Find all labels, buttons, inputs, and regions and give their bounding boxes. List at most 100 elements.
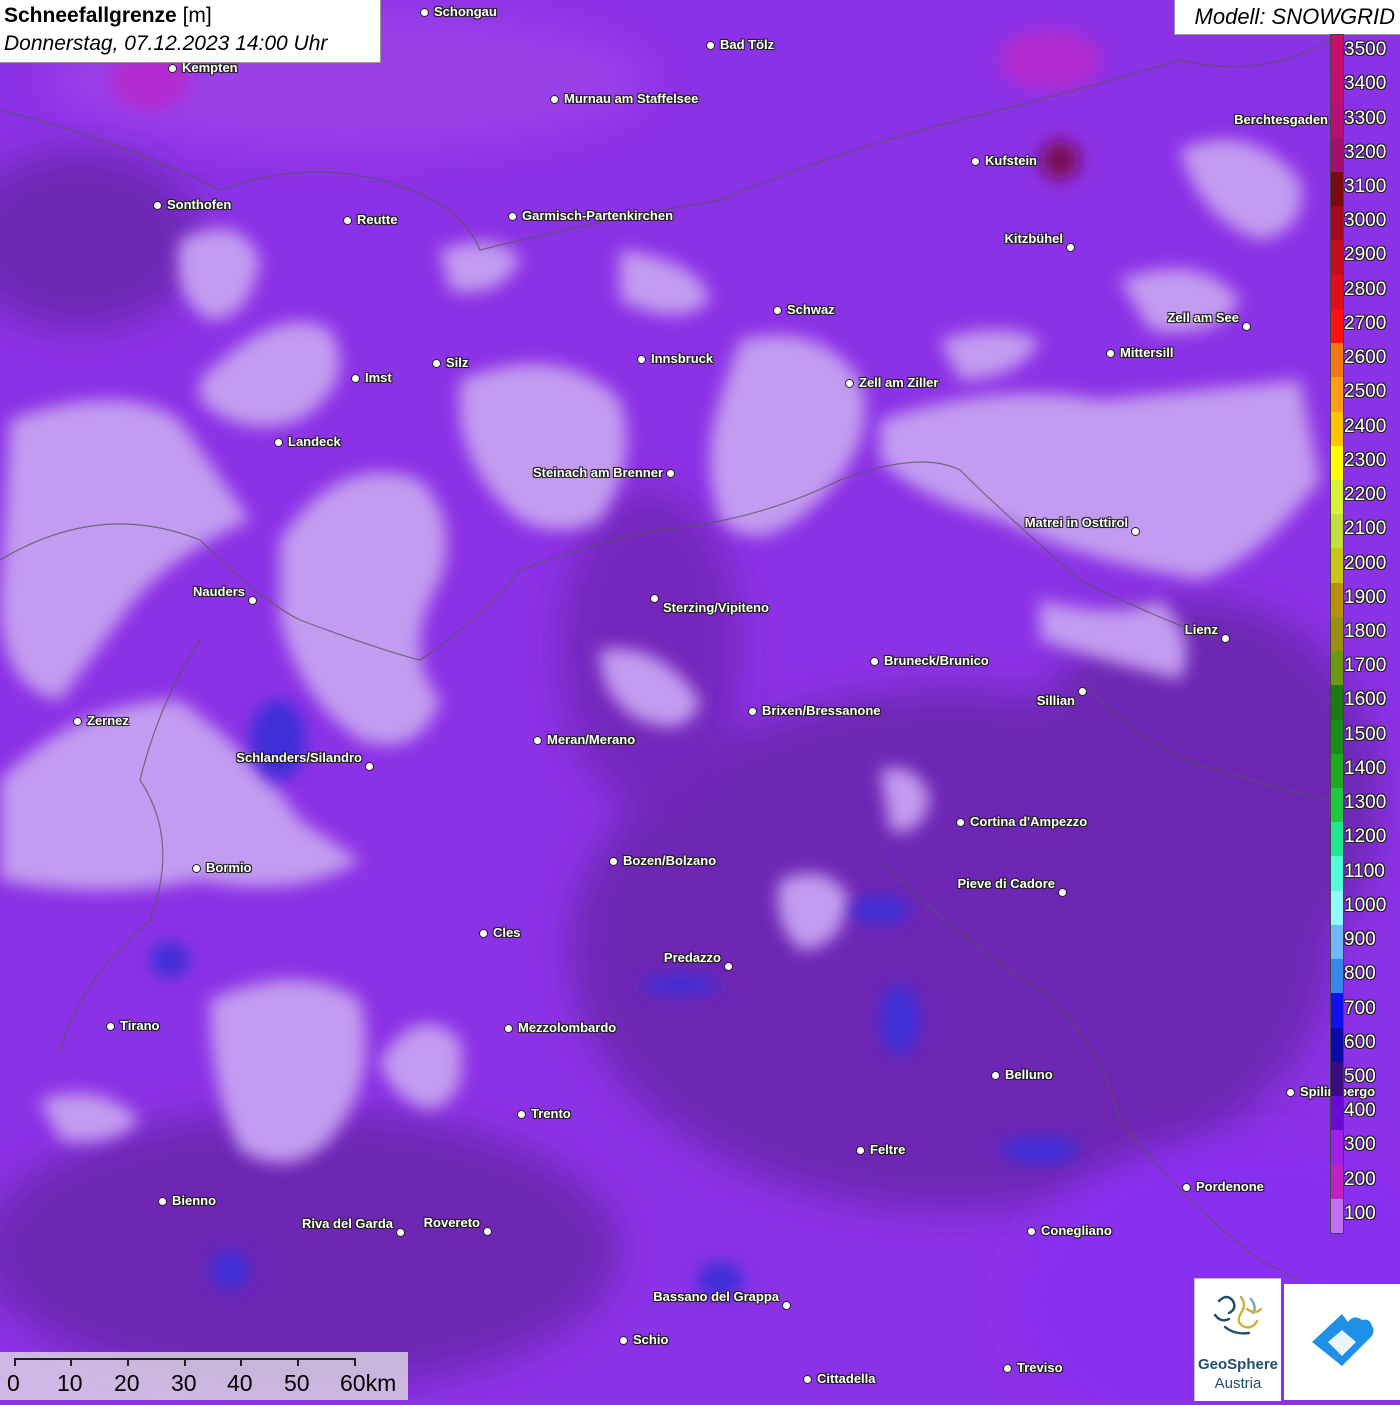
city-label: Schlanders/Silandro (236, 750, 362, 765)
legend-level-label: 1900 (1344, 586, 1387, 608)
city-dot (803, 1375, 812, 1384)
legend-swatch (1331, 753, 1343, 789)
legend-level-label: 900 (1344, 929, 1376, 951)
city-dot (168, 64, 177, 73)
app-logo[interactable] (1284, 1284, 1400, 1400)
map-datetime: Donnerstag, 07.12.2023 14:00 Uhr (4, 32, 328, 55)
city-label: Cittadella (817, 1371, 876, 1386)
city-dot (106, 1022, 115, 1031)
legend-level-label: 1000 (1344, 894, 1387, 916)
geosphere-name: GeoSphere (1197, 1356, 1279, 1373)
city-label: Imst (365, 370, 392, 385)
city-dot (1286, 1088, 1295, 1097)
legend-level-label: 2300 (1344, 449, 1387, 471)
legend-level-label: 3500 (1344, 39, 1387, 61)
city-label: Belluno (1005, 1067, 1053, 1082)
legend-level-label: 1400 (1344, 757, 1387, 779)
legend-level-label: 2800 (1344, 278, 1387, 300)
city-dot (1066, 243, 1075, 252)
legend-level-label: 1700 (1344, 655, 1387, 677)
legend-swatch (1331, 445, 1343, 481)
city-dot (274, 438, 283, 447)
city-dot (192, 864, 201, 873)
legend-level-label: 2400 (1344, 415, 1387, 437)
city-dot (533, 736, 542, 745)
scale-tick (70, 1358, 72, 1366)
scale-label: 0 (7, 1370, 20, 1396)
city-dot (517, 1110, 526, 1119)
legend-swatch (1331, 651, 1343, 686)
legend-level-label: 400 (1344, 1100, 1376, 1122)
city-dot (479, 929, 488, 938)
scale-tick (297, 1358, 299, 1366)
scale-label: 40 (227, 1370, 253, 1396)
city-label: Treviso (1017, 1360, 1063, 1375)
city-dot (73, 717, 82, 726)
city-label: Rovereto (423, 1215, 480, 1230)
city-dot (1003, 1364, 1012, 1373)
legend-swatch (1331, 993, 1343, 1029)
city-label: Trento (531, 1106, 571, 1121)
legend-swatch (1331, 890, 1343, 926)
legend-swatch (1331, 1164, 1343, 1200)
legend-swatch (1331, 856, 1343, 892)
city-dot (666, 469, 675, 478)
model-label: Modell: SNOWGRID (1194, 4, 1395, 29)
city-label: Mittersill (1120, 345, 1174, 360)
map-title-panel: Schneefallgrenze [m] Donnerstag, 07.12.2… (0, 0, 381, 63)
legend-level-label: 3100 (1344, 176, 1387, 198)
city-label: Kitzbühel (1004, 231, 1064, 246)
city-dot (782, 1301, 791, 1310)
scale-label: 20 (114, 1370, 140, 1396)
scale-tick (184, 1358, 186, 1366)
city-label: Murnau am Staffelsee (564, 91, 699, 106)
legend-swatch (1331, 308, 1343, 344)
legend-level-label: 2600 (1344, 347, 1387, 369)
city-label: Innsbruck (651, 351, 714, 366)
city-label: Conegliano (1041, 1223, 1112, 1238)
legend-level-label: 2900 (1344, 244, 1387, 266)
city-label: Zernez (87, 713, 129, 728)
scale-bar: 0 10 20 30 40 50 60km (0, 1352, 408, 1400)
geosphere-logo[interactable]: GeoSphere Austria (1194, 1278, 1281, 1401)
legend-swatch (1331, 1096, 1343, 1131)
city-label: Meran/Merano (547, 732, 636, 747)
city-dot (1106, 349, 1115, 358)
city-dot (724, 962, 733, 971)
scale-tick (14, 1358, 16, 1366)
legend-swatch (1331, 206, 1343, 241)
legend-swatch (1331, 1198, 1343, 1234)
legend-swatch (1331, 788, 1343, 823)
city-label: Schwaz (787, 302, 835, 317)
title-unit: [m] (182, 4, 212, 27)
city-dot (158, 1197, 167, 1206)
legend-level-label: 3400 (1344, 73, 1387, 95)
city-dot (870, 657, 879, 666)
title-text: Schneefallgrenze (4, 4, 177, 27)
legend-swatch (1331, 69, 1343, 104)
legend-swatch (1331, 1130, 1343, 1166)
city-label: Pieve di Cadore (957, 876, 1055, 891)
legend-swatch (1331, 411, 1343, 447)
scale-tick (127, 1358, 129, 1366)
city-dot (650, 594, 659, 603)
legend-level-label: 1500 (1344, 723, 1387, 745)
city-dot (1027, 1227, 1036, 1236)
geosphere-emblem-icon (1213, 1295, 1263, 1335)
color-legend (1330, 34, 1344, 1234)
city-dot (343, 216, 352, 225)
city-label: Cles (493, 925, 521, 940)
legend-level-label: 3300 (1344, 107, 1387, 129)
city-dot (504, 1024, 513, 1033)
city-label: Sonthofen (167, 197, 232, 212)
city-label: Bormio (206, 860, 252, 875)
city-label: Feltre (870, 1142, 906, 1157)
legend-swatch (1331, 924, 1343, 960)
map-title: Schneefallgrenze [m] (4, 4, 212, 28)
scale-tick (354, 1358, 356, 1366)
city-label: Zell am Ziller (859, 375, 939, 390)
legend-swatch (1331, 1027, 1343, 1063)
legend-level-label: 1800 (1344, 621, 1387, 642)
legend-swatch (1331, 137, 1343, 173)
model-panel: Modell: SNOWGRID (1174, 0, 1400, 35)
